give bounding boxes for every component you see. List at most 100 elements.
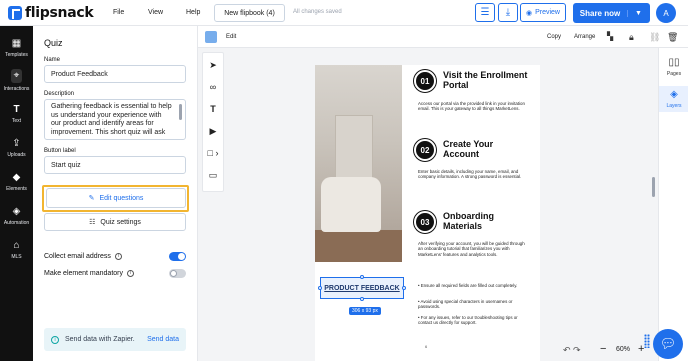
comment-icon: ▭ [208, 169, 218, 180]
rail-interactions[interactable]: ⌖ Interactions [0, 64, 33, 96]
step-3[interactable]: 03 Onboarding Materials After verifying … [414, 211, 534, 276]
shape-tool[interactable]: □ › [203, 143, 223, 163]
text-icon: T [210, 104, 216, 114]
step-1[interactable]: 01 Visit the Enrollment Portal Access ou… [414, 70, 534, 130]
description-text: Gathering feedback is essential to help … [51, 103, 172, 136]
pencil-icon: ✎ [88, 195, 95, 202]
rail-text[interactable]: T Text [0, 98, 33, 130]
step-number: 01 [414, 70, 436, 92]
info-icon[interactable]: i [126, 269, 134, 277]
copy-button[interactable]: Copy [547, 34, 561, 40]
automation-icon: ◈ [12, 205, 21, 217]
rail-uploads[interactable]: ⇪ Uploads [0, 132, 33, 164]
templates-icon: ▦ [11, 37, 22, 49]
layers-tab[interactable]: ◈ Layers [659, 86, 688, 112]
chat-button[interactable]: 💬︎ [653, 329, 683, 359]
square-icon: □ › [207, 148, 219, 158]
panel-title: Quiz [44, 38, 63, 48]
resize-handle-bottom[interactable] [360, 297, 364, 301]
page-photo[interactable] [315, 65, 402, 262]
element-toolbar: Edit Copy Arrange ▚ 🔒︎ ⛓ 🗑︎ [198, 26, 688, 48]
rail-elements[interactable]: ◆ Elements [0, 166, 33, 198]
logo-text: flipsnack [25, 5, 94, 21]
name-input[interactable]: Product Feedback [44, 65, 186, 83]
lock-icon[interactable]: 🔒︎ [629, 32, 634, 43]
link-icon[interactable]: ⛓ [649, 32, 660, 43]
color-swatch[interactable] [205, 31, 217, 43]
zoom-out-button[interactable]: − [600, 343, 606, 355]
menu-help[interactable]: Help [186, 9, 200, 16]
chevron-down-icon[interactable]: ▼ [627, 9, 649, 17]
pages-label: Pages [666, 71, 682, 77]
share-label: Share now [579, 8, 621, 18]
photo-floor [315, 230, 402, 262]
rail-mls[interactable]: ⌂ MLS [0, 234, 33, 266]
eye-icon: ◉ [525, 9, 533, 17]
interactions-icon: ⌖ [10, 68, 23, 83]
zoom-level[interactable]: 60% [616, 346, 630, 353]
button-label-input[interactable]: Start quiz [44, 156, 186, 174]
rail-label: Elements [6, 185, 27, 192]
quiz-settings-label: Quiz settings [100, 218, 141, 226]
resize-handle-right[interactable] [402, 286, 406, 290]
rail-label: Automation [3, 219, 30, 226]
collect-email-label: Collect email address [44, 252, 111, 260]
step-title: Visit the Enrollment Portal [443, 70, 528, 90]
avatar[interactable]: A [656, 3, 676, 23]
comment-tool[interactable]: ▭ [203, 165, 223, 185]
pointer-tool[interactable]: ➤ [203, 55, 223, 75]
chat-icon: 💬︎ [659, 336, 677, 351]
step-title: Create Your Account [443, 139, 494, 159]
make-mandatory-toggle[interactable] [169, 268, 186, 278]
video-tool[interactable]: ▶ [203, 121, 223, 141]
collect-email-row: Collect email address i [44, 250, 186, 262]
link-tool[interactable]: ∞ [203, 77, 223, 97]
trash-icon[interactable]: 🗑︎ [667, 32, 678, 43]
text-icon: T [13, 103, 20, 115]
canvas-scrollbar[interactable] [652, 177, 655, 197]
textarea-scrollbar[interactable] [179, 104, 182, 120]
transparency-icon[interactable]: ▚ [607, 32, 613, 41]
step-body: Enter basic details, including your name… [418, 169, 522, 180]
quiz-panel: Quiz Name Product Feedback Description G… [33, 26, 198, 361]
info-icon[interactable]: i [114, 252, 122, 260]
pages-tab[interactable]: ▯▯ Pages [659, 57, 688, 77]
collect-email-toggle[interactable] [169, 251, 186, 261]
edit-questions-button[interactable]: ✎ Edit questions [46, 188, 186, 208]
quiz-settings-button[interactable]: ☷ Quiz settings [44, 213, 186, 231]
resize-handle-top[interactable] [360, 275, 364, 279]
description-textarea[interactable]: Gathering feedback is essential to help … [44, 99, 186, 140]
arrange-button[interactable]: Arrange [574, 34, 595, 40]
settings-sliders-button[interactable]: ☰ [475, 3, 495, 22]
sliders-icon: ☷ [89, 219, 96, 226]
rail-label: Text [11, 117, 22, 124]
step-2[interactable]: 02 Create Your Account Enter basic detai… [414, 139, 534, 199]
step-number: 02 [414, 139, 436, 161]
elements-icon: ◆ [12, 171, 21, 183]
resize-handle-left[interactable] [318, 286, 322, 290]
undo-redo[interactable]: ↶ ↷ [563, 345, 581, 356]
edit-questions-label: Edit questions [99, 194, 144, 202]
logo-icon [8, 6, 22, 20]
mls-icon: ⌂ [13, 239, 20, 251]
menu-file[interactable]: File [113, 9, 124, 16]
link-icon: ∞ [209, 82, 217, 92]
layers-icon: ◈ [670, 89, 678, 100]
rail-templates[interactable]: ▦ Templates [0, 32, 33, 64]
grid-handle-icon[interactable] [644, 334, 650, 348]
download-button[interactable]: ⤓ [498, 3, 518, 22]
info-icon: i [51, 335, 59, 344]
rail-automation[interactable]: ◈ Automation [0, 200, 33, 232]
flipbook-page[interactable]: 01 Visit the Enrollment Portal Access ou… [315, 65, 540, 361]
flipbook-title-field[interactable]: New flipbook (4) [214, 4, 285, 22]
share-button[interactable]: Share now ▼ [573, 3, 650, 23]
edit-button[interactable]: Edit [226, 34, 236, 40]
flipsnack-logo[interactable]: flipsnack [8, 5, 94, 21]
right-rail: ▯▯ Pages ◈ Layers [658, 48, 688, 361]
preview-button[interactable]: ◉ Preview [520, 3, 566, 22]
text-tool[interactable]: T [203, 99, 223, 119]
quiz-button-element[interactable]: PRODUCT FEEDBACK [320, 277, 404, 299]
make-mandatory-label: Make element mandatory [44, 269, 123, 277]
send-data-link[interactable]: Send data [147, 336, 179, 343]
menu-view[interactable]: View [148, 9, 163, 16]
